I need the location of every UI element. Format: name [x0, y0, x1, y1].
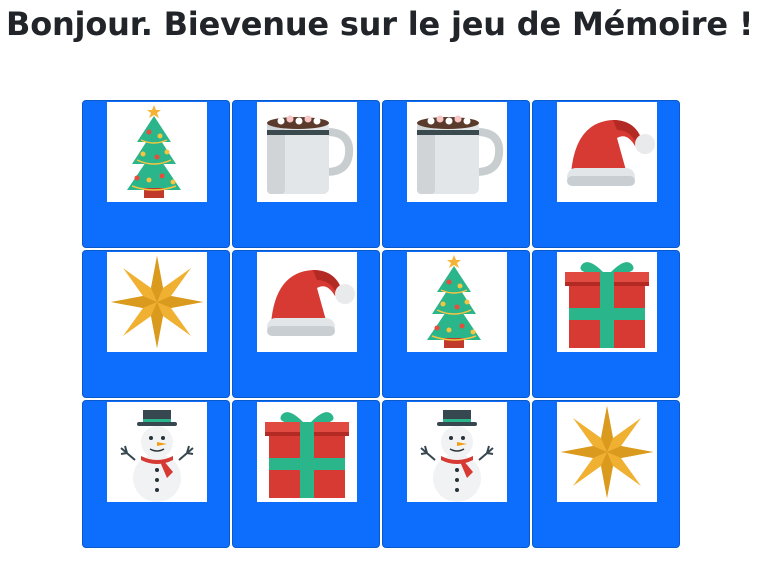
christmas-tree-icon: [107, 102, 207, 202]
hot-cocoa-mug-icon: [257, 102, 357, 202]
memory-card[interactable]: [532, 250, 680, 398]
page-title: Bonjour. Bievenue sur le jeu de Mémoire …: [6, 5, 754, 43]
snowman-icon: [407, 402, 507, 502]
memory-card[interactable]: [382, 250, 530, 398]
memory-board: [82, 100, 682, 550]
gold-star-icon: [557, 402, 657, 502]
memory-card[interactable]: [532, 400, 680, 548]
memory-card[interactable]: [232, 250, 380, 398]
gold-star-icon: [107, 252, 207, 352]
gift-box-icon: [257, 402, 357, 502]
santa-hat-icon: [257, 252, 357, 352]
memory-card[interactable]: [532, 100, 680, 248]
santa-hat-icon: [557, 102, 657, 202]
memory-card[interactable]: [82, 100, 230, 248]
gift-box-icon: [557, 252, 657, 352]
memory-card[interactable]: [382, 100, 530, 248]
snowman-icon: [107, 402, 207, 502]
memory-card[interactable]: [382, 400, 530, 548]
christmas-tree-icon: [407, 252, 507, 352]
hot-cocoa-mug-icon: [407, 102, 507, 202]
memory-card[interactable]: [82, 400, 230, 548]
memory-card[interactable]: [82, 250, 230, 398]
memory-card[interactable]: [232, 100, 380, 248]
memory-card[interactable]: [232, 400, 380, 548]
